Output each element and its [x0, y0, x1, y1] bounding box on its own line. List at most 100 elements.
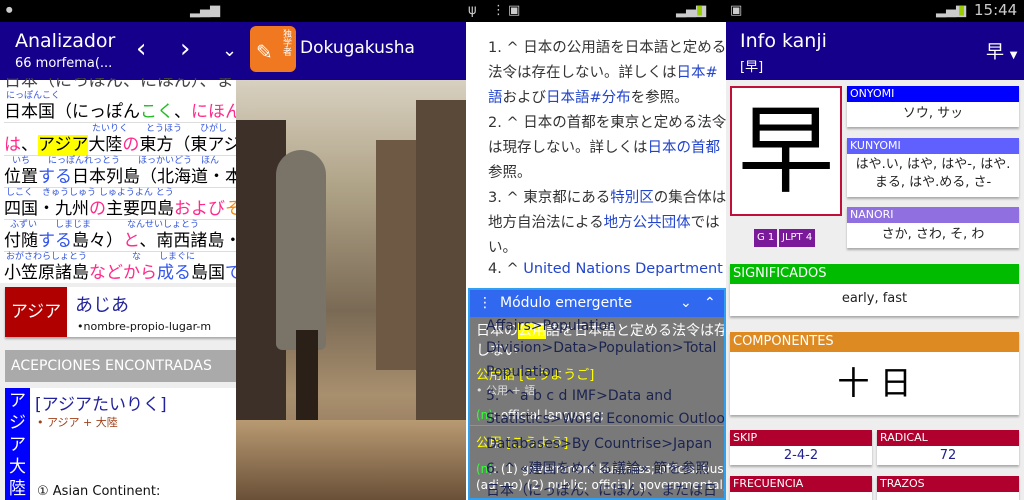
- entry-reading: あじあ: [75, 295, 129, 316]
- popup-module[interactable]: ⋮ Módulo emergente ⌄ ⌃ 日本の公用語を日本語と定める法令は…: [468, 288, 726, 500]
- sense-card[interactable]: アジア大陸 [アジアたいりく] • アジア + 大陸 ① Asian Conti…: [5, 388, 236, 500]
- popup-word-heading[interactable]: 公用語 [こうようご]: [476, 364, 594, 383]
- app-bar: Analizador 66 morfema(... ‹ › ⌄: [0, 22, 236, 80]
- token[interactable]: および: [174, 199, 225, 219]
- token[interactable]: 位置: [4, 167, 38, 187]
- footnote-line: 地方自治法による地方公共団体では: [488, 215, 720, 231]
- kanji-info-screen: ▣ ▂▄▆ ▮ 15:44 Info kanji [早] 早 ▼ 早 G 1 JLPT…: [726, 0, 1024, 500]
- popup-sentence: 日本の公用語を日本語と定める法令は存: [476, 323, 726, 339]
- onyomi-section: ONYOMI ソウ, サッ: [847, 86, 1019, 127]
- sentence-line: いち にっぽんれっとう ほっかいどう ほん 位置する日本列島（北海道・本: [4, 155, 236, 188]
- app-bar: 独学者 ✎ Dokugakusha: [236, 22, 466, 80]
- token[interactable]: 日本国（にっぽん: [4, 102, 140, 122]
- wiki-screen: ψ ⋮ ▣ ▂▄▆ ▮ 1. ^ 日本の公用語を日本語と定める 法令は存在しない。詳しく…: [466, 0, 726, 500]
- sense-reading: [アジアたいりく]: [35, 395, 167, 415]
- link[interactable]: United Nations Department of: [523, 261, 726, 277]
- sense-parts: • アジア + 大陸: [37, 416, 118, 429]
- image-icon: ▣: [730, 3, 743, 18]
- token[interactable]: 主要四島: [106, 199, 174, 219]
- token[interactable]: は: [4, 135, 21, 155]
- radical-section: RADICAL 72: [877, 430, 1019, 465]
- page-subtitle: 66 morfema(...: [15, 56, 113, 71]
- token[interactable]: にほん: [191, 102, 236, 122]
- link[interactable]: 日本#: [677, 65, 718, 81]
- token[interactable]: の: [89, 199, 106, 219]
- selected-word[interactable]: 公用: [518, 323, 546, 339]
- kanji-selector[interactable]: 早 ▼: [986, 38, 1017, 64]
- popup-word-heading[interactable]: 公用 [こうよう]: [476, 432, 568, 451]
- significados-section: SIGNIFICADOS early, fast: [730, 264, 1019, 316]
- sentence-line: にっぽんこく 日本国（にっぽんこく、にほん: [4, 90, 236, 123]
- app-bar: Info kanji [早] 早 ▼: [726, 22, 1024, 80]
- token[interactable]: 、: [174, 102, 191, 122]
- token[interactable]: の: [122, 135, 139, 155]
- status-bar: [236, 0, 466, 22]
- battery-icon: ▮: [958, 3, 966, 18]
- token[interactable]: 付随: [4, 231, 38, 251]
- skip-section: SKIP 2-4-2: [730, 430, 872, 465]
- app-logo: 独学者 ✎: [250, 26, 296, 72]
- dictionary-entry[interactable]: アジア あじあ •nombre-propio-lugar-m: [5, 287, 236, 337]
- furigana: にっぽんこく: [6, 91, 61, 101]
- battery-icon: ▮: [696, 3, 704, 18]
- street-illustration: [236, 80, 466, 500]
- dropdown-button[interactable]: ⌄: [222, 40, 236, 61]
- furigana: いち にっぽんれっとう ほっかいどう ほん: [12, 156, 220, 166]
- kunyomi-section: KUNYOMI はや.い, はや, はや-, はや.まる, はや.める, さ-: [847, 138, 1019, 197]
- token[interactable]: する: [38, 167, 72, 187]
- token[interactable]: 小笠原諸島: [4, 263, 89, 283]
- next-button[interactable]: ›: [180, 34, 190, 64]
- footnote-line: 3. ^ 東京都にある特別区の集合体は: [488, 190, 726, 206]
- signal-icon: ▂▄▆: [190, 3, 220, 18]
- token[interactable]: 島々）: [72, 231, 123, 251]
- logo-text: 独学者: [281, 29, 291, 56]
- token[interactable]: などから: [89, 263, 157, 283]
- popup-menu-icon[interactable]: ⋮: [478, 290, 492, 317]
- page-title: Analizador: [15, 30, 116, 52]
- expand-up-icon[interactable]: ⌃: [704, 290, 716, 317]
- clock: 15:44: [974, 1, 1018, 19]
- token[interactable]: 大陸: [88, 135, 122, 155]
- footnote-line: 4. ^ United Nations Department of: [488, 261, 726, 277]
- token[interactable]: 日本列島（北海道・本: [72, 167, 236, 187]
- token[interactable]: こく: [140, 102, 174, 122]
- usb-icon: ψ: [468, 3, 477, 18]
- footnote-line: 法令は存在しない。詳しくは日本#: [488, 65, 718, 81]
- furigana: たいりく とうほう ひがし: [92, 124, 228, 134]
- furigana: おがさわらしょとう な しまぐに: [6, 252, 196, 262]
- background-text: Division>Data>Population>Total: [486, 340, 717, 356]
- token-selected[interactable]: アジア: [38, 135, 89, 155]
- entry-meta: •nombre-propio-lugar-m: [77, 320, 212, 333]
- footnote-line: い。: [488, 240, 517, 256]
- frecuencia-section: FRECUENCIA: [730, 476, 872, 500]
- dropdown-arrow-icon: ▼: [1009, 50, 1018, 61]
- token[interactable]: と: [123, 231, 139, 251]
- menu-icon: ⋮: [492, 3, 505, 18]
- footnote-line: は現存しない。詳しくは日本の首都: [488, 140, 721, 156]
- stone-head: [276, 150, 326, 350]
- token[interactable]: 、南西諸島・: [139, 231, 236, 251]
- dokugakusha-screen: 独学者 ✎ Dokugakusha: [236, 0, 466, 500]
- status-bar: ▣ ▂▄▆ ▮ 15:44: [726, 0, 1024, 22]
- token[interactable]: 成る: [157, 263, 191, 283]
- status-bar: ⏺ ▂▄▆: [0, 0, 236, 22]
- token[interactable]: 島国: [191, 263, 225, 283]
- link[interactable]: 語: [488, 90, 503, 106]
- link[interactable]: 日本語#分布: [546, 90, 631, 106]
- prev-button[interactable]: ‹: [136, 34, 146, 64]
- token[interactable]: 四国・九州: [4, 199, 89, 219]
- link[interactable]: 特別区: [610, 190, 654, 206]
- token[interactable]: する: [38, 231, 72, 251]
- token[interactable]: そ: [225, 199, 236, 219]
- token[interactable]: 東方（東アジ: [139, 135, 236, 155]
- kanji-large: 早: [730, 86, 842, 216]
- footnote-line: 参照。: [488, 165, 532, 181]
- componentes-section: COMPONENTES 十 日: [730, 332, 1019, 415]
- collapse-down-icon[interactable]: ⌄: [680, 290, 692, 317]
- component-kanji[interactable]: 十 日: [730, 352, 1019, 414]
- token[interactable]: 、: [21, 135, 38, 155]
- jlpt-badge: JLPT 4: [779, 229, 816, 247]
- token[interactable]: で: [225, 263, 236, 283]
- link[interactable]: 地方公共団体: [604, 215, 691, 231]
- link[interactable]: 日本の首都: [648, 140, 721, 156]
